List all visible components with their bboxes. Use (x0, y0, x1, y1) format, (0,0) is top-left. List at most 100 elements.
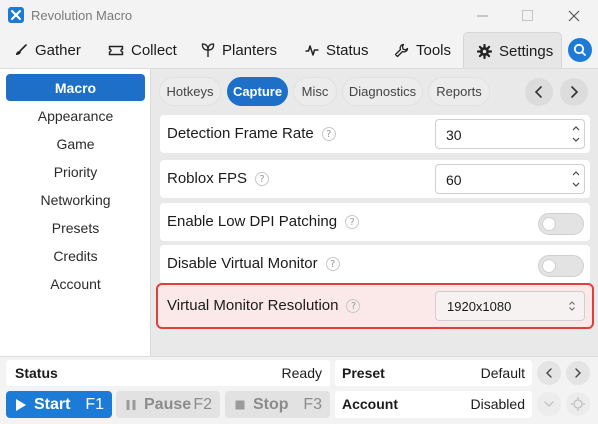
close-button[interactable] (553, 4, 595, 28)
preset-prev-button[interactable] (537, 361, 561, 385)
preset-key: Preset (342, 365, 385, 381)
stop-hotkey: F3 (303, 395, 322, 413)
help-icon[interactable]: ? (325, 256, 340, 271)
help-icon[interactable]: ? (346, 298, 361, 313)
sidebar-item-networking[interactable]: Networking (6, 186, 145, 213)
tab-label: Collect (131, 41, 177, 59)
chevron-down-icon (544, 401, 554, 407)
account-panel: Account Disabled (335, 391, 532, 418)
setting-label: Disable Virtual Monitor (167, 255, 318, 272)
setting-virtual-monitor-resolution: Virtual Monitor Resolution ? 1920x1080 (156, 283, 594, 329)
broom-icon (16, 44, 27, 55)
wrench-icon (394, 43, 409, 57)
setting-label-wrap: Disable Virtual Monitor ? (167, 255, 340, 272)
toggle-knob (542, 217, 556, 231)
maximize-button[interactable] (507, 4, 549, 28)
stop-icon (235, 400, 245, 409)
subtab-prev-button[interactable] (525, 78, 553, 106)
status-panel: Status Ready (6, 360, 330, 386)
select-value: 1920x1080 (447, 299, 512, 314)
stop-button[interactable]: Stop F3 (225, 391, 330, 418)
tab-tools[interactable]: Tools (394, 32, 451, 68)
window-title: Revolution Macro (31, 8, 133, 23)
help-icon[interactable]: ? (255, 171, 270, 186)
account-key: Account (342, 396, 398, 412)
tab-label: Settings (499, 42, 554, 60)
search-icon (573, 43, 586, 56)
virtual-monitor-resolution-select[interactable]: 1920x1080 (435, 291, 585, 321)
sidebar-item-game[interactable]: Game (6, 130, 145, 157)
chevron-down-icon[interactable] (571, 180, 581, 190)
chevron-left-icon (534, 86, 542, 98)
chevron-down-icon[interactable] (571, 135, 581, 145)
setting-label-wrap: Enable Low DPI Patching ? (167, 213, 360, 230)
preset-panel: Preset Default (335, 360, 532, 386)
subtab-reports[interactable]: Reports (428, 77, 490, 106)
help-icon[interactable]: ? (345, 214, 360, 229)
app-logo-icon (8, 7, 24, 23)
title-bar: Revolution Macro (0, 0, 598, 32)
subtab-diagnostics[interactable]: Diagnostics (342, 77, 423, 106)
sidebar-item-presets[interactable]: Presets (6, 214, 145, 241)
preset-next-button[interactable] (566, 361, 590, 385)
stop-label: Stop (253, 395, 289, 413)
tab-status[interactable]: Status (305, 32, 369, 68)
pause-button[interactable]: Pause F2 (116, 391, 220, 418)
gear-icon (571, 397, 585, 411)
setting-roblox-fps: Roblox FPS ? 60 (160, 160, 590, 198)
setting-label-wrap: Roblox FPS ? (167, 170, 270, 187)
start-label: Start (34, 395, 71, 413)
subtab-misc[interactable]: Misc (293, 77, 337, 106)
low-dpi-toggle[interactable] (538, 213, 584, 235)
pause-icon (126, 399, 136, 410)
subtab-capture[interactable]: Capture (227, 77, 288, 106)
pause-label: Pause (144, 395, 192, 413)
setting-label: Enable Low DPI Patching (167, 213, 338, 230)
tab-settings[interactable]: Settings (463, 32, 562, 69)
tab-label: Planters (222, 41, 278, 59)
tab-collect[interactable]: Collect (108, 32, 177, 68)
status-key: Status (15, 365, 58, 381)
tab-planters[interactable]: Planters (201, 32, 277, 68)
start-hotkey: F1 (85, 395, 104, 413)
chevron-right-icon (571, 86, 579, 98)
sidebar-item-account[interactable]: Account (6, 270, 145, 297)
tab-label: Gather (35, 41, 81, 59)
chevron-up-icon[interactable] (571, 123, 581, 133)
sidebar-item-priority[interactable]: Priority (6, 158, 145, 185)
sidebar-item-macro[interactable]: Macro (6, 74, 145, 101)
minimize-button[interactable] (462, 4, 504, 28)
pause-hotkey: F2 (193, 395, 212, 413)
disable-virtual-monitor-toggle[interactable] (538, 255, 584, 277)
sidebar-item-credits[interactable]: Credits (6, 242, 145, 269)
chevron-up-icon[interactable] (571, 168, 581, 178)
search-button[interactable] (568, 38, 592, 62)
chevron-right-icon (575, 368, 581, 378)
start-button[interactable]: Start F1 (6, 391, 112, 418)
play-icon (16, 398, 26, 411)
subtab-hotkeys[interactable]: Hotkeys (159, 77, 221, 106)
sidebar-item-appearance[interactable]: Appearance (6, 102, 145, 129)
subtab-next-button[interactable] (560, 78, 588, 106)
help-icon[interactable]: ? (321, 126, 336, 141)
tab-label: Status (326, 41, 369, 59)
account-settings-button[interactable] (566, 392, 590, 416)
sprout-icon (201, 43, 215, 57)
tab-gather[interactable]: Gather (14, 32, 81, 68)
account-dropdown-button[interactable] (537, 392, 561, 416)
preset-value[interactable]: Default (481, 365, 525, 381)
ticket-icon (108, 45, 124, 56)
detection-frame-rate-stepper[interactable]: 30 (435, 119, 585, 149)
sidebar: Macro Appearance Game Priority Networkin… (0, 68, 151, 356)
setting-low-dpi-patching: Enable Low DPI Patching ? (160, 203, 590, 241)
updown-chevron-icon (569, 301, 575, 311)
stepper-value[interactable]: 30 (446, 127, 462, 143)
top-nav: Gather Collect Planters Status Tools Set… (0, 32, 598, 69)
setting-label-wrap: Virtual Monitor Resolution ? (167, 297, 361, 314)
stepper-value[interactable]: 60 (446, 172, 462, 188)
setting-label: Detection Frame Rate (167, 125, 314, 142)
setting-label: Virtual Monitor Resolution (167, 297, 339, 314)
pulse-icon (305, 45, 319, 56)
roblox-fps-stepper[interactable]: 60 (435, 164, 585, 194)
tab-settings-inner: Settings (477, 33, 553, 69)
